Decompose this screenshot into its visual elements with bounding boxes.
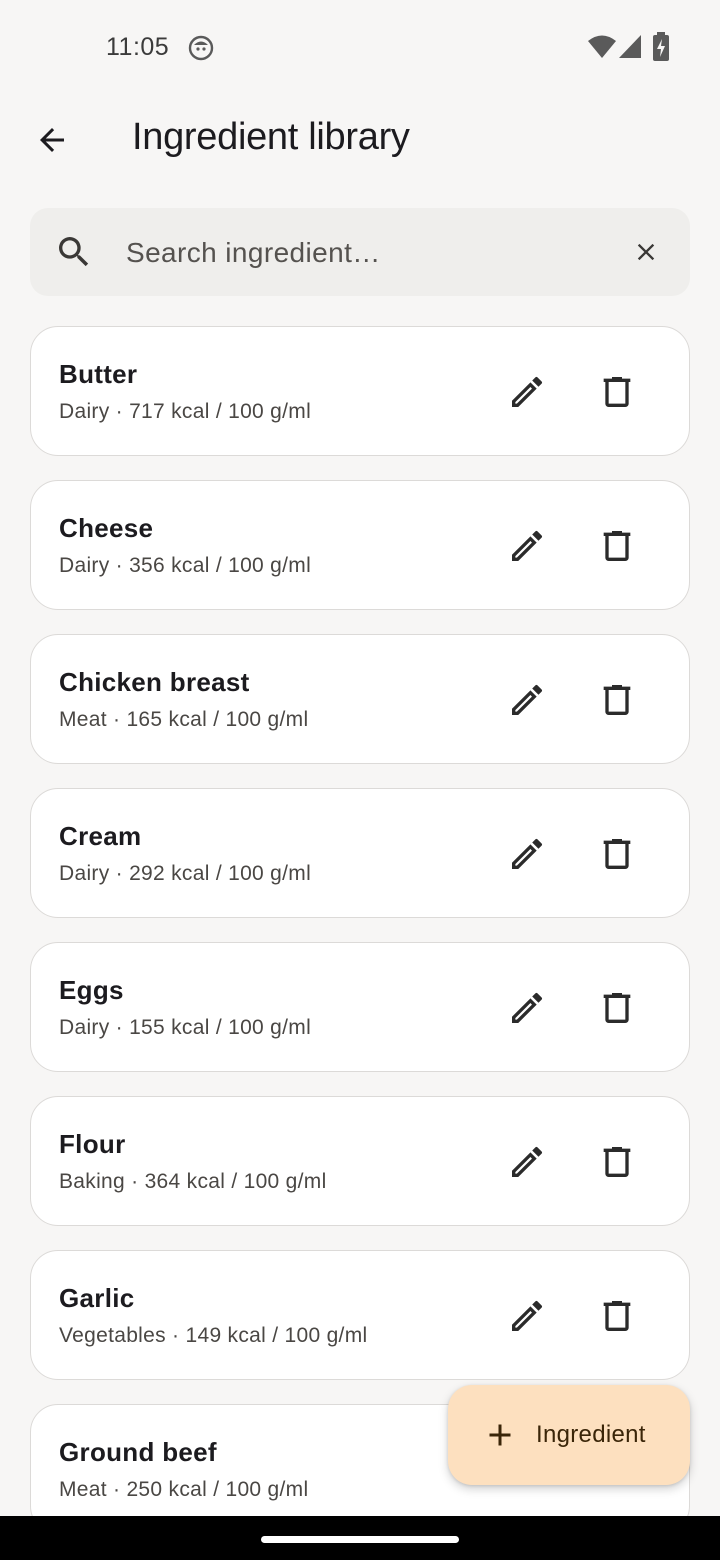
delete-icon (603, 685, 631, 715)
ingredient-details: Dairy · 292 kcal / 100 g/ml (59, 862, 312, 885)
delete-icon (603, 377, 631, 407)
search-input[interactable] (124, 222, 608, 284)
ingredient-name: Flour (59, 1129, 126, 1159)
ingredient-card[interactable]: Eggs Dairy · 155 kcal / 100 g/ml (30, 942, 690, 1072)
delete-icon (603, 1301, 631, 1331)
edit-icon (512, 838, 543, 869)
delete-button[interactable] (593, 830, 641, 878)
edit-icon (512, 376, 543, 407)
edit-button[interactable] (503, 830, 551, 878)
delete-button[interactable] (593, 984, 641, 1032)
edit-button[interactable] (503, 1292, 551, 1340)
ingredient-card[interactable]: Cheese Dairy · 356 kcal / 100 g/ml (30, 480, 690, 610)
signal-icon (619, 35, 641, 58)
wifi-icon (588, 35, 616, 58)
edit-icon (512, 992, 543, 1023)
close-icon (637, 243, 655, 261)
page-title: Ingredient library (132, 116, 410, 158)
delete-button[interactable] (593, 1292, 641, 1340)
clear-search-button[interactable] (622, 228, 670, 276)
app-notification-icon (188, 35, 214, 61)
ingredient-name: Cheese (59, 513, 154, 543)
arrow-back-icon (40, 128, 64, 152)
add-icon (489, 1424, 511, 1446)
delete-icon (603, 531, 631, 561)
ingredient-list[interactable]: Butter Dairy · 717 kcal / 100 g/ml Chees… (30, 326, 690, 1516)
ingredient-details: Vegetables · 149 kcal / 100 g/ml (59, 1324, 368, 1347)
ingredient-details: Dairy · 717 kcal / 100 g/ml (59, 400, 312, 423)
edit-button[interactable] (503, 1138, 551, 1186)
ingredient-details: Baking · 364 kcal / 100 g/ml (59, 1170, 327, 1193)
edit-icon (512, 530, 543, 561)
delete-icon (603, 839, 631, 869)
ingredient-card[interactable]: Garlic Vegetables · 149 kcal / 100 g/ml (30, 1250, 690, 1380)
add-ingredient-label: Ingredient (536, 1421, 646, 1448)
ingredient-details: Meat · 165 kcal / 100 g/ml (59, 708, 309, 731)
ingredient-name: Ground beef (59, 1437, 217, 1467)
delete-button[interactable] (593, 1138, 641, 1186)
delete-icon (603, 1147, 631, 1177)
ingredient-name: Chicken breast (59, 667, 250, 697)
edit-icon (512, 1300, 543, 1331)
ingredient-card[interactable]: Butter Dairy · 717 kcal / 100 g/ml (30, 326, 690, 456)
edit-icon (512, 1146, 543, 1177)
ingredient-details: Meat · 250 kcal / 100 g/ml (59, 1478, 309, 1501)
ingredient-card[interactable]: Chicken breast Meat · 165 kcal / 100 g/m… (30, 634, 690, 764)
home-indicator[interactable] (261, 1536, 459, 1543)
battery-charging-icon (653, 32, 669, 61)
edit-button[interactable] (503, 368, 551, 416)
edit-button[interactable] (503, 676, 551, 724)
search-icon (59, 237, 89, 267)
edit-button[interactable] (503, 522, 551, 570)
ingredient-name: Cream (59, 821, 142, 851)
ingredient-name: Garlic (59, 1283, 135, 1313)
ingredient-name: Eggs (59, 975, 124, 1005)
ingredient-name: Butter (59, 359, 138, 389)
edit-button[interactable] (503, 984, 551, 1032)
ingredient-card[interactable]: Cream Dairy · 292 kcal / 100 g/ml (30, 788, 690, 918)
ingredient-card[interactable]: Flour Baking · 364 kcal / 100 g/ml (30, 1096, 690, 1226)
status-bar: 11:05 (0, 0, 720, 96)
add-ingredient-button[interactable]: Ingredient (448, 1385, 690, 1485)
status-time: 11:05 (106, 33, 170, 61)
delete-button[interactable] (593, 676, 641, 724)
delete-icon (603, 993, 631, 1023)
delete-button[interactable] (593, 522, 641, 570)
system-navigation-bar (0, 1516, 720, 1560)
top-app-bar: Ingredient library (0, 96, 720, 186)
back-button[interactable] (28, 116, 76, 164)
search-bar (30, 208, 690, 296)
edit-icon (512, 684, 543, 715)
delete-button[interactable] (593, 368, 641, 416)
ingredient-details: Dairy · 155 kcal / 100 g/ml (59, 1016, 312, 1039)
ingredient-details: Dairy · 356 kcal / 100 g/ml (59, 554, 312, 577)
